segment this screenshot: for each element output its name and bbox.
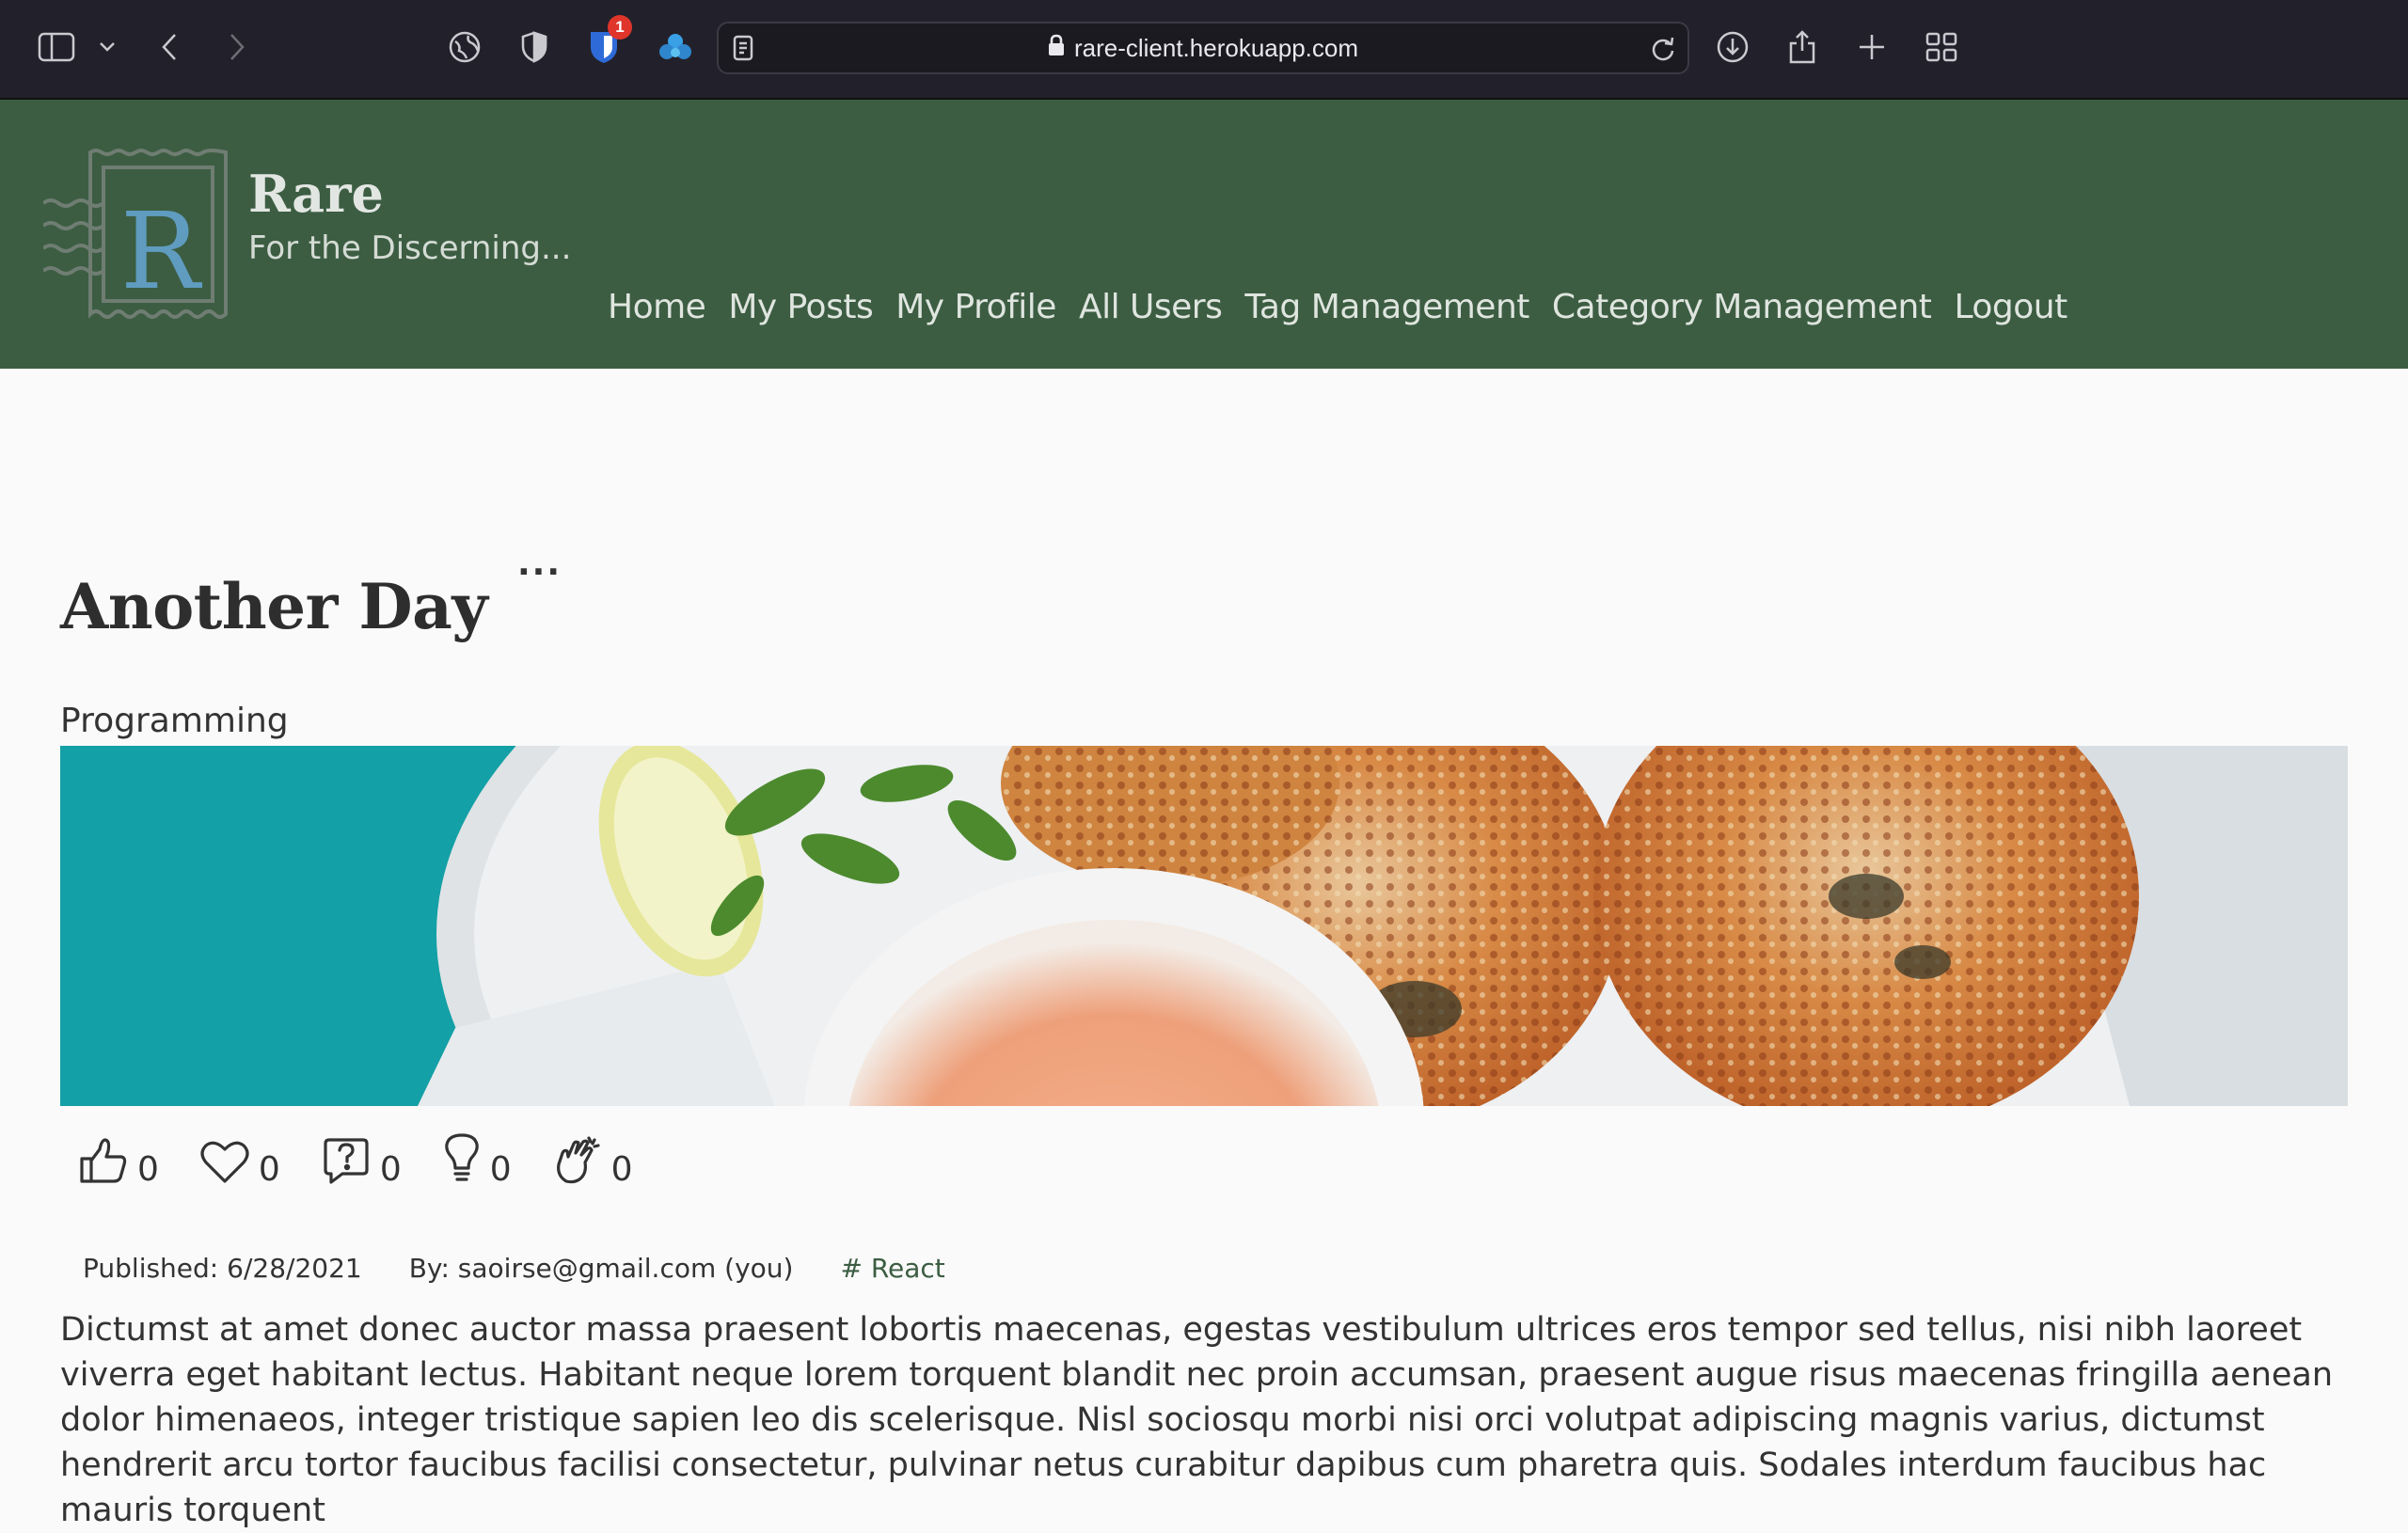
nav-tag-management[interactable]: Tag Management (1244, 288, 1529, 326)
like-count: 0 (137, 1150, 159, 1189)
heart-icon (200, 1140, 249, 1189)
clap-count: 0 (610, 1150, 633, 1189)
tab-overview-icon[interactable] (1921, 26, 1962, 68)
download-icon[interactable] (1712, 26, 1753, 68)
logo-letter: R (120, 191, 203, 313)
new-tab-plus-icon[interactable] (1851, 26, 1893, 68)
extension-badge: 1 (608, 15, 632, 40)
idea-count: 0 (489, 1150, 512, 1189)
site-header: R Rare For the Discerning... Home My Pos… (0, 100, 2408, 369)
sidebar-toggle-icon[interactable] (36, 26, 77, 68)
love-count: 0 (258, 1150, 280, 1189)
site-title[interactable]: Rare (248, 164, 384, 224)
address-bar[interactable]: rare-client.herokuapp.com (717, 22, 1689, 74)
back-arrow-icon[interactable] (149, 26, 190, 68)
post-title: Another Day (60, 570, 488, 643)
reaction-clap[interactable]: 0 (553, 1132, 633, 1189)
clapping-hands-icon (553, 1136, 602, 1189)
chevron-down-icon[interactable] (87, 26, 128, 68)
post-meta: Published: 6/28/2021 By: saoirse@gmail.c… (83, 1253, 945, 1284)
share-icon[interactable] (1782, 26, 1823, 68)
browser-toolbar: 1 rare-client.herokuapp.com (0, 0, 2408, 100)
password-manager-extension-icon[interactable]: 1 (583, 15, 632, 68)
shield-extension-icon[interactable] (514, 26, 555, 68)
published-date: Published: 6/28/2021 (83, 1253, 362, 1284)
lightbulb-icon (443, 1132, 481, 1189)
reaction-love[interactable]: 0 (200, 1132, 280, 1189)
post-body: Dictumst at amet donec auctor massa prae… (60, 1311, 2334, 1529)
question-count: 0 (379, 1150, 402, 1189)
nav-logout[interactable]: Logout (1954, 288, 2067, 326)
reload-icon[interactable] (1650, 35, 1676, 67)
lock-icon (1048, 34, 1065, 63)
post-options-menu[interactable]: ... (517, 547, 562, 581)
post-author: By: saoirse@gmail.com (you) (408, 1253, 794, 1284)
rare-logo-icon[interactable]: R (41, 149, 228, 320)
nav-category-management[interactable]: Category Management (1552, 288, 1932, 326)
site-tagline: For the Discerning... (248, 229, 572, 267)
post-tag[interactable]: # React (840, 1253, 944, 1284)
url-text: rare-client.herokuapp.com (1073, 33, 1359, 62)
clouds-extension-icon[interactable] (655, 26, 696, 68)
reaction-idea[interactable]: 0 (443, 1132, 512, 1189)
nav-my-profile[interactable]: My Profile (895, 288, 1056, 326)
question-icon (322, 1136, 371, 1189)
globe-extension-icon[interactable] (444, 26, 485, 68)
main-nav: Home My Posts My Profile All Users Tag M… (608, 288, 2067, 326)
nav-all-users[interactable]: All Users (1079, 288, 1223, 326)
post-category: Programming (60, 702, 289, 740)
reaction-question[interactable]: 0 (322, 1132, 402, 1189)
forward-arrow-icon[interactable] (216, 26, 258, 68)
thumbs-up-icon (79, 1136, 128, 1189)
nav-my-posts[interactable]: My Posts (728, 288, 873, 326)
reaction-bar: 0 0 0 0 0 (79, 1132, 633, 1189)
nav-home[interactable]: Home (608, 288, 706, 326)
post-header-image (60, 746, 2348, 1106)
reaction-like[interactable]: 0 (79, 1132, 159, 1189)
